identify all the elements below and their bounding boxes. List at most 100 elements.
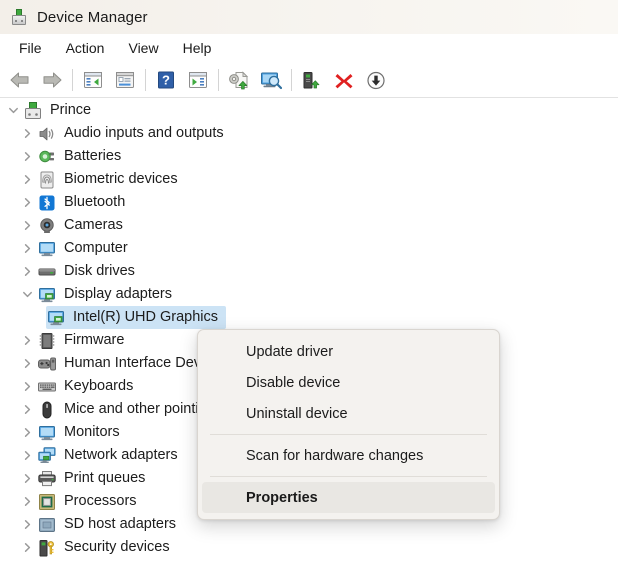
toolbar-forward[interactable] xyxy=(36,65,68,95)
toolbar-disable-device[interactable] xyxy=(360,65,392,95)
human-interface-icon xyxy=(37,354,57,374)
menu-file[interactable]: File xyxy=(7,37,54,60)
tree-label: Computer xyxy=(64,240,128,256)
tree-row-audio-inputs-and-outputs[interactable]: Audio inputs and outputs xyxy=(0,122,618,145)
chevron-right-icon[interactable] xyxy=(18,490,37,513)
tree-label: Intel(R) UHD Graphics xyxy=(73,309,219,325)
tree-row-display-adapters[interactable]: Display adapters xyxy=(0,283,618,306)
tree-row-cameras[interactable]: Cameras xyxy=(0,214,618,237)
toolbar-add-legacy-hardware[interactable] xyxy=(296,65,328,95)
tree-row-disk-drives[interactable]: Disk drives xyxy=(0,260,618,283)
tree-row-computer[interactable]: Computer xyxy=(0,237,618,260)
toolbar-show-hidden-devices[interactable] xyxy=(77,65,109,95)
tree-label: Audio inputs and outputs xyxy=(64,125,224,141)
tree-label: Biometric devices xyxy=(64,171,178,187)
toolbar-update-driver[interactable] xyxy=(223,65,255,95)
chevron-right-icon[interactable] xyxy=(18,122,37,145)
svg-text:?: ? xyxy=(162,73,170,88)
battery-icon xyxy=(37,147,57,167)
update-driver-icon xyxy=(228,70,250,90)
ctx-properties[interactable]: Properties xyxy=(202,482,495,513)
ctx-update-driver[interactable]: Update driver xyxy=(202,336,495,367)
menu-bar: File Action View Help xyxy=(0,34,618,62)
speaker-icon xyxy=(37,124,57,144)
bluetooth-icon xyxy=(37,193,57,213)
tree-label: Cameras xyxy=(64,217,123,233)
toolbar-separator-3 xyxy=(218,69,219,91)
chevron-right-icon[interactable] xyxy=(18,421,37,444)
tree-label: Prince xyxy=(50,102,92,118)
monitor-icon xyxy=(37,239,57,259)
show-hidden-devices-icon xyxy=(83,71,103,89)
chevron-right-icon[interactable] xyxy=(18,329,37,352)
toolbar-uninstall-device[interactable] xyxy=(328,65,360,95)
keyboard-icon xyxy=(37,377,57,397)
tree-label: SD host adapters xyxy=(64,516,177,532)
context-menu-separator-1 xyxy=(210,434,487,435)
chevron-down-icon[interactable] xyxy=(18,283,37,306)
chevron-down-icon[interactable] xyxy=(4,99,23,122)
toolbar-back[interactable] xyxy=(4,65,36,95)
chevron-right-icon[interactable] xyxy=(18,145,37,168)
toolbar-help[interactable]: ? xyxy=(150,65,182,95)
tree-label: Disk drives xyxy=(64,263,135,279)
menu-view[interactable]: View xyxy=(116,37,170,60)
chevron-right-icon[interactable] xyxy=(18,168,37,191)
toolbar-properties[interactable] xyxy=(109,65,141,95)
fingerprint-icon xyxy=(37,170,57,190)
tree-label: Firmware xyxy=(64,332,125,348)
toolbar-divider xyxy=(0,97,618,98)
chevron-right-icon[interactable] xyxy=(18,375,37,398)
title-bar: Device Manager xyxy=(0,0,618,34)
chevron-right-icon[interactable] xyxy=(18,513,37,536)
tree-label: Display adapters xyxy=(64,286,172,302)
tree-label: Monitors xyxy=(64,424,120,440)
camera-icon xyxy=(37,216,57,236)
computer-root-icon xyxy=(23,101,43,121)
network-adapter-icon xyxy=(37,446,57,466)
scan-for-hardware-changes-icon xyxy=(260,71,282,90)
context-menu-separator-2 xyxy=(210,476,487,477)
view-devices-icon xyxy=(188,71,208,89)
tree-row-batteries[interactable]: Batteries xyxy=(0,145,618,168)
tree-label: Processors xyxy=(64,493,137,509)
add-legacy-hardware-icon xyxy=(302,71,322,90)
chevron-right-icon[interactable] xyxy=(18,214,37,237)
tree-row-intel-uhd-graphics[interactable]: Intel(R) UHD Graphics xyxy=(0,306,618,329)
chevron-right-icon[interactable] xyxy=(18,352,37,375)
monitor-icon xyxy=(37,423,57,443)
tree-row-biometric-devices[interactable]: Biometric devices xyxy=(0,168,618,191)
ctx-disable-device[interactable]: Disable device xyxy=(202,367,495,398)
tree-row-bluetooth[interactable]: Bluetooth xyxy=(0,191,618,214)
chevron-right-icon[interactable] xyxy=(18,536,37,559)
firmware-chip-icon xyxy=(37,331,57,351)
toolbar-scan-hardware[interactable] xyxy=(255,65,287,95)
chevron-right-icon[interactable] xyxy=(18,444,37,467)
chevron-right-icon[interactable] xyxy=(18,191,37,214)
printer-icon xyxy=(37,469,57,489)
menu-help[interactable]: Help xyxy=(171,37,224,60)
mouse-icon xyxy=(37,400,57,420)
chevron-right-icon[interactable] xyxy=(18,260,37,283)
tree-row-security-devices[interactable]: Security devices xyxy=(0,536,618,559)
forward-arrow-icon xyxy=(41,71,63,89)
chevron-right-icon[interactable] xyxy=(18,467,37,490)
toolbar-separator-1 xyxy=(72,69,73,91)
ctx-uninstall-device[interactable]: Uninstall device xyxy=(202,398,495,429)
processor-icon xyxy=(37,492,57,512)
window-title: Device Manager xyxy=(37,8,148,26)
context-menu: Update driver Disable device Uninstall d… xyxy=(197,329,500,520)
display-adapter-icon xyxy=(46,308,66,328)
device-manager-icon xyxy=(10,8,28,26)
toolbar: ? xyxy=(0,62,618,98)
help-icon: ? xyxy=(156,71,176,89)
chevron-right-icon[interactable] xyxy=(18,398,37,421)
chevron-right-icon[interactable] xyxy=(18,237,37,260)
tree-row-prince[interactable]: Prince xyxy=(0,99,618,122)
security-device-icon xyxy=(37,538,57,558)
toolbar-view-devices[interactable] xyxy=(182,65,214,95)
menu-action[interactable]: Action xyxy=(54,37,117,60)
device-manager-window: Device Manager File Action View Help ? P… xyxy=(0,0,618,574)
ctx-scan-hardware[interactable]: Scan for hardware changes xyxy=(202,440,495,471)
tree-label: Security devices xyxy=(64,539,170,555)
